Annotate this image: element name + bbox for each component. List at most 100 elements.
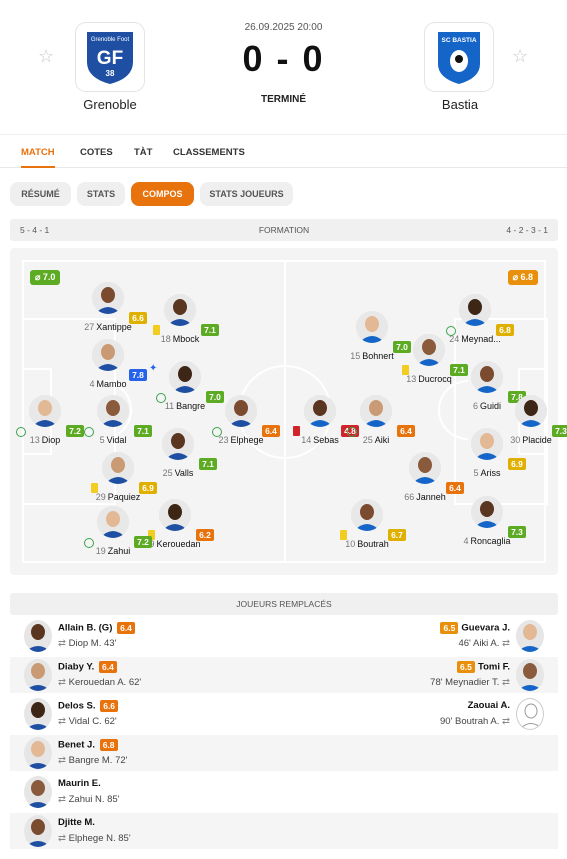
home-sub-name-text: Benet J. [58,739,95,751]
substitution-icon [16,427,26,437]
substitute-row: Djitte M. ⇄ Elphege N. 85' [10,813,558,849]
away-sub-detail-text: 78' Meynadier T. [430,677,500,688]
player-name-text: Elphege [230,435,264,445]
away-team-rating: ⌀ 6.8 [507,270,538,285]
player-number: 5 [99,435,105,445]
active-tab-indicator [21,166,55,168]
player-number: 4 [89,379,95,389]
home-sub-photo[interactable] [24,815,52,847]
away-sub-photo[interactable] [516,620,544,652]
substitute-row: Benet J. 6.8 ⇄ Bangre M. 72' [10,735,558,771]
away-sub-detail-text: 90' Boutrah A. [440,716,500,727]
substitution-arrows-icon: ⇄ [502,716,510,727]
home-sub-detail: ⇄ Elphege N. 85' [58,833,131,844]
substitute-row: Allain B. (G) 6.4 ⇄ Diop M. 43' 6.5 Guevara… [10,618,558,654]
substitution-icon [84,427,94,437]
player-name-text: Xantippe [96,322,132,332]
player-photo [471,428,503,460]
placeholder-avatar-icon [519,703,543,729]
player-name-text: Roncaglia [470,536,511,546]
substitution-arrows-icon: ⇄ [58,716,66,727]
red-card-icon [293,426,300,436]
home-sub-detail-text: Diop M. 43' [68,638,117,649]
player-photo [351,499,383,531]
home-sub-name[interactable]: Allain B. (G) 6.4 [58,622,136,634]
home-sub-detail-text: Zahui N. 85' [68,794,120,805]
away-sub-name[interactable]: 6.5 Guevara J. [440,622,510,634]
home-sub-name[interactable]: Djitte M. [58,817,95,828]
tab-classements[interactable]: CLASSEMENTS [173,147,245,158]
subtab-stats-joueurs[interactable]: STATS JOUEURS [200,182,293,206]
substitution-arrows-icon: ⇄ [502,638,510,649]
substitution-arrows-icon: ⇄ [58,638,66,649]
home-sub-name[interactable]: Maurin E. [58,778,101,789]
away-sub-name-text: Zaouai A. [467,700,510,711]
player-number: 4 [463,536,469,546]
player-number: 29 [95,492,106,502]
yellow-card-icon [91,483,98,493]
player-photo [29,395,61,427]
player-rating: 7.3 [508,526,526,538]
tab-cotes[interactable]: COTES [80,147,113,158]
away-sub-detail-text: 46' Aiki A. [458,638,500,649]
favorite-star-icon-away[interactable]: ☆ [512,46,528,67]
substitution-arrows-icon: ⇄ [58,677,66,688]
home-sub-name[interactable]: Benet J. 6.8 [58,739,118,751]
player-name-text: Valls [174,468,194,478]
player-photo [360,395,392,427]
away-sub-photo[interactable] [516,659,544,691]
player-number: 15 [350,351,361,361]
away-sub-photo[interactable] [516,698,544,730]
substitute-row: Maurin E. ⇄ Zahui N. 85' [10,774,558,810]
player-number: 25 [362,435,373,445]
player-rating: 6.9 [508,458,526,470]
home-sub-photo[interactable] [24,620,52,652]
subtab-compos[interactable]: COMPOS [131,182,194,206]
yellow-card-icon [340,530,347,540]
player-photo [169,361,201,393]
player-photo [164,294,196,326]
away-team-name[interactable]: Bastia [400,97,520,112]
player-rating: 6.8 [496,324,514,336]
substitution-icon [84,538,94,548]
player-number: 13 [406,374,417,384]
player-number: 19 [95,546,106,556]
away-formation: 4 - 2 - 3 - 1 [506,225,548,235]
crest-text-away: SC BASTIA [441,37,476,44]
player-name-text: Mbock [172,334,200,344]
main-tabs: MATCH COTES TÀT CLASSEMENTS [0,136,567,168]
player-photo [413,334,445,366]
away-player[interactable]: 4 Roncaglia 7.3 [442,496,532,558]
away-player[interactable]: 25 Aiki 6.4 [331,395,421,457]
yellow-card-icon [153,325,160,335]
away-sub-name[interactable]: Zaouai A. [468,700,510,711]
away-sub-name[interactable]: 6.5 Tomi F. [456,661,510,673]
home-sub-photo[interactable] [24,659,52,691]
home-sub-photo[interactable] [24,776,52,808]
player-number: 18 [160,334,171,344]
player-number: 5 [473,468,479,478]
substitution-arrows-icon: ⇄ [58,833,66,844]
home-sub-photo[interactable] [24,737,52,769]
home-sub-photo[interactable] [24,698,52,730]
home-sub-name[interactable]: Delos S. 6.6 [58,700,119,712]
tab-match[interactable]: MATCH [21,147,55,158]
away-team-crest[interactable]: SC BASTIA [425,23,493,91]
player-photo [97,395,129,427]
player-number: 10 [345,539,356,549]
subtab-stats[interactable]: STATS [77,182,125,206]
tab-tat[interactable]: TÀT [134,147,152,158]
home-sub-rating: 6.4 [117,622,136,634]
away-sub-rating: 6.5 [456,661,475,673]
player-number: 25 [162,468,173,478]
player-name-text: Diop [41,435,61,445]
away-player[interactable]: 10 Boutrah 6.7 [322,499,412,561]
player-photo [162,428,194,460]
home-sub-name[interactable]: Diaby Y. 6.4 [58,661,117,673]
subtab-resume[interactable]: RÉSUMÉ [10,182,71,206]
home-sub-detail-text: Vidal C. 62' [68,716,117,727]
home-sub-name-text: Djitte M. [58,817,95,828]
home-sub-name-text: Diaby Y. [58,661,95,673]
home-sub-name-text: Delos S. [58,700,96,712]
home-player[interactable]: 19 Zahui 7.2 [68,506,158,568]
